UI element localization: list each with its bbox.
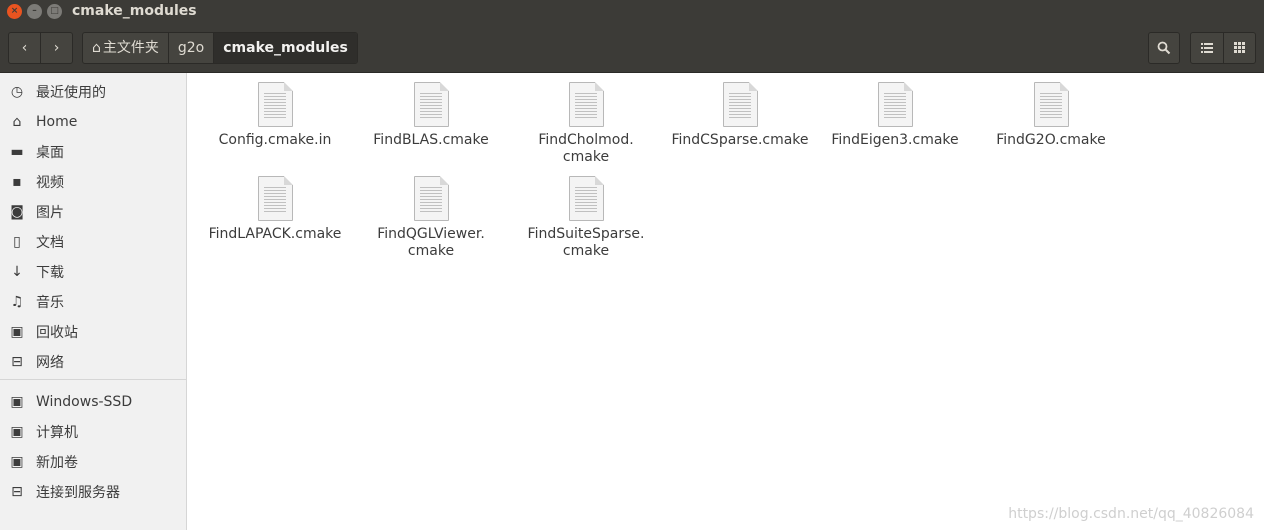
sidebar-item-recent[interactable]: ◷ 最近使用的 [0, 77, 186, 107]
file-name: FindLAPACK.cmake [208, 226, 342, 242]
drive-icon: ▣ [10, 454, 24, 470]
sidebar-item-label: 文档 [36, 235, 64, 251]
breadcrumb-home-label: 主文件夹 [102, 40, 159, 56]
home-icon: ⌂ [92, 40, 101, 56]
file-name: FindSuiteSparse. cmake [527, 226, 645, 259]
text-file-icon [568, 82, 604, 127]
file-name: FindCSparse.cmake [671, 132, 809, 148]
sidebar-item-pictures[interactable]: ◙ 图片 [0, 197, 186, 227]
breadcrumb-current[interactable]: cmake_modules [214, 33, 357, 63]
search-button[interactable] [1148, 32, 1180, 64]
folder-icon: ▬ [10, 144, 24, 160]
sidebar-item-new-volume[interactable]: ▣ 新加卷 [0, 447, 186, 477]
sidebar-item-music[interactable]: ♫ 音乐 [0, 287, 186, 317]
sidebar-item-label: 新加卷 [36, 455, 78, 471]
sidebar-item-label: 连接到服务器 [36, 485, 120, 501]
file-item[interactable]: FindEigen3.cmake [820, 82, 970, 149]
drive-icon: ▣ [10, 394, 24, 410]
text-file-icon [413, 82, 449, 127]
sidebar-item-documents[interactable]: ▯ 文档 [0, 227, 186, 257]
text-file-icon [257, 82, 293, 127]
trash-icon: ▣ [10, 324, 24, 340]
file-name: FindCholmod. cmake [538, 132, 634, 165]
text-file-icon [568, 176, 604, 221]
sidebar: ◷ 最近使用的 ⌂ Home ▬ 桌面 ▪ 视频 ◙ 图片 ▯ 文档 ↓ 下载 … [0, 73, 187, 530]
file-item[interactable]: FindCholmod. cmake [511, 82, 661, 166]
list-icon [1200, 42, 1213, 53]
sidebar-item-trash[interactable]: ▣ 回收站 [0, 317, 186, 347]
grid-view-button[interactable] [1222, 33, 1256, 63]
sidebar-item-label: 视频 [36, 175, 64, 191]
breadcrumb-g2o[interactable]: g2o [169, 33, 215, 63]
sidebar-item-connect-server[interactable]: ⊟ 连接到服务器 [0, 477, 186, 507]
sidebar-item-home[interactable]: ⌂ Home [0, 107, 186, 137]
sidebar-item-label: 回收站 [36, 325, 78, 341]
file-name: Config.cmake.in [218, 132, 332, 148]
sidebar-item-network[interactable]: ⊟ 网络 [0, 347, 186, 377]
sidebar-item-label: 图片 [36, 205, 64, 221]
clock-icon: ◷ [10, 84, 24, 100]
window-title: cmake_modules [72, 3, 197, 19]
file-item[interactable]: FindBLAS.cmake [356, 82, 506, 149]
file-item[interactable]: Config.cmake.in [200, 82, 350, 149]
file-view: Config.cmake.in FindBLAS.cmake FindCholm… [188, 73, 1264, 530]
view-toggle [1190, 32, 1256, 64]
text-file-icon [877, 82, 913, 127]
server-icon: ⊟ [11, 484, 23, 500]
text-file-icon [722, 82, 758, 127]
toolbar: ‹ › ⌂ 主文件夹 g2o cmake_modules [0, 24, 1264, 73]
file-item[interactable]: FindG2O.cmake [976, 82, 1126, 149]
grid-icon [1233, 42, 1245, 53]
search-icon [1157, 41, 1171, 54]
watermark: https://blog.csdn.net/qq_40826084 [1008, 506, 1254, 522]
maximize-window-button[interactable]: □ [47, 4, 62, 19]
sidebar-item-label: Home [36, 114, 78, 130]
file-item[interactable]: FindQGLViewer. cmake [356, 176, 506, 260]
text-file-icon [413, 176, 449, 221]
home-icon: ⌂ [12, 114, 22, 130]
list-view-button[interactable] [1191, 33, 1223, 63]
sidebar-item-desktop[interactable]: ▬ 桌面 [0, 137, 186, 167]
sidebar-item-label: 网络 [36, 355, 64, 371]
sidebar-item-label: 计算机 [36, 425, 78, 441]
breadcrumb: ⌂ 主文件夹 g2o cmake_modules [82, 32, 358, 64]
camera-icon: ◙ [10, 204, 24, 220]
file-name: FindBLAS.cmake [373, 132, 489, 148]
nav-buttons: ‹ › [8, 32, 73, 64]
back-button[interactable]: ‹ [9, 33, 40, 63]
sidebar-item-videos[interactable]: ▪ 视频 [0, 167, 186, 197]
network-icon: ⊟ [11, 354, 23, 370]
forward-button[interactable]: › [40, 33, 72, 63]
sidebar-item-label: 下载 [36, 265, 64, 281]
sidebar-item-computer[interactable]: ▣ 计算机 [0, 417, 186, 447]
minimize-window-button[interactable]: – [27, 4, 42, 19]
sidebar-item-label: 音乐 [36, 295, 64, 311]
title-bar: × – □ cmake_modules [0, 0, 1264, 24]
file-name: FindQGLViewer. cmake [377, 226, 485, 259]
computer-icon: ▣ [10, 424, 24, 440]
sidebar-item-label: 最近使用的 [36, 85, 106, 101]
text-file-icon [1033, 82, 1069, 127]
file-item[interactable]: FindSuiteSparse. cmake [511, 176, 661, 260]
file-name: FindEigen3.cmake [831, 132, 959, 148]
sidebar-item-downloads[interactable]: ↓ 下载 [0, 257, 186, 287]
sidebar-item-windows-ssd[interactable]: ▣ Windows-SSD [0, 387, 186, 417]
music-icon: ♫ [10, 294, 24, 310]
file-item[interactable]: FindLAPACK.cmake [200, 176, 350, 243]
file-item[interactable]: FindCSparse.cmake [665, 82, 815, 149]
close-window-button[interactable]: × [7, 4, 22, 19]
text-file-icon [257, 176, 293, 221]
sidebar-item-label: 桌面 [36, 145, 64, 161]
file-name: FindG2O.cmake [996, 132, 1106, 148]
breadcrumb-home[interactable]: ⌂ 主文件夹 [83, 33, 169, 63]
download-icon: ↓ [11, 264, 23, 280]
sidebar-divider [0, 379, 186, 380]
video-icon: ▪ [12, 174, 22, 190]
sidebar-item-label: Windows-SSD [36, 394, 133, 410]
document-icon: ▯ [13, 234, 21, 250]
